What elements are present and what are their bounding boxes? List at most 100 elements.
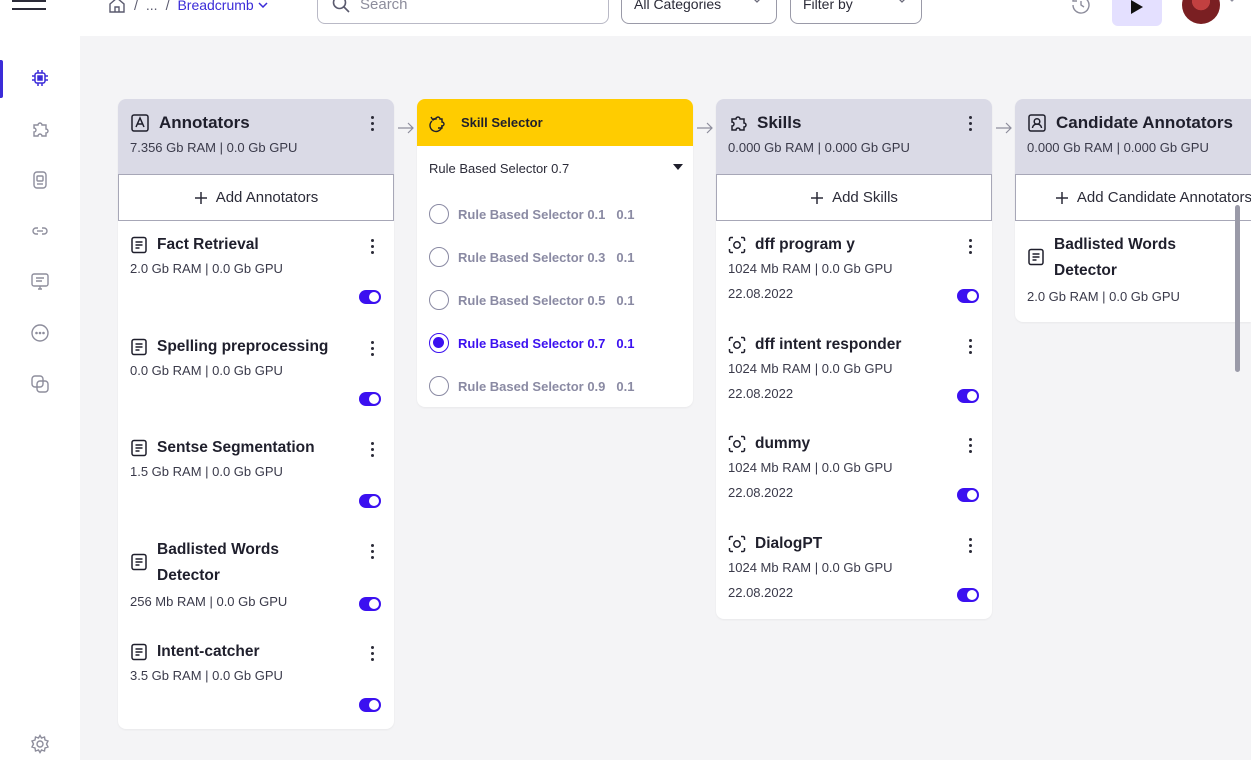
annotator-toggle[interactable]	[359, 597, 381, 611]
cpu-icon[interactable]	[29, 67, 51, 89]
candidate-annotator-resources: 2.0 Gb RAM | 0.0 Gb GPU	[1027, 289, 1180, 304]
settings-icon[interactable]	[29, 733, 51, 755]
radio-button[interactable]	[429, 376, 449, 396]
kebab-menu-icon[interactable]	[370, 239, 374, 254]
filter-select-value: Filter by	[803, 0, 853, 12]
skills-column: Skills 0.000 Gb RAM | 0.000 Gb GPU Add S…	[716, 99, 992, 619]
plus-icon	[1055, 191, 1068, 204]
annotator-toggle[interactable]	[359, 698, 381, 712]
annotators-header: Annotators 7.356 Gb RAM | 0.0 Gb GPU	[118, 99, 394, 174]
kebab-menu-icon[interactable]	[968, 438, 972, 453]
annotator-toggle[interactable]	[359, 290, 381, 304]
link-icon[interactable]	[29, 220, 51, 242]
history-icon[interactable]	[1070, 0, 1092, 16]
add-annotators-button[interactable]: Add Annotators	[118, 174, 394, 221]
candidate-annotators-resources: 0.000 Gb RAM | 0.000 Gb GPU	[1027, 140, 1209, 155]
add-skills-button[interactable]: Add Skills	[716, 174, 992, 221]
skill-selector-value: Rule Based Selector 0.7	[429, 160, 570, 176]
skill-selector-dropdown[interactable]: Rule Based Selector 0.7	[417, 146, 693, 190]
breadcrumb-current[interactable]: Breadcrumb	[177, 0, 268, 13]
arrow-right-icon	[398, 122, 414, 134]
skill-card[interactable]: dummy 1024 Mb RAM | 0.0 Gb GPU 22.08.202…	[716, 431, 992, 521]
radio-button[interactable]	[429, 204, 449, 224]
annotator-toggle[interactable]	[359, 494, 381, 508]
annotators-title: Annotators	[159, 113, 250, 132]
skill-date: 22.08.2022	[728, 286, 794, 301]
breadcrumb-ellipsis[interactable]: ...	[146, 0, 158, 13]
candidate-annotators-header: Candidate Annotators 0.000 Gb RAM | 0.00…	[1015, 99, 1251, 174]
annotators-column: Annotators 7.356 Gb RAM | 0.0 Gb GPU Add…	[118, 99, 394, 729]
skill-card[interactable]: DialogPT 1024 Mb RAM | 0.0 Gb GPU 22.08.…	[716, 531, 992, 611]
home-icon[interactable]	[108, 0, 126, 14]
kebab-menu-icon[interactable]	[968, 239, 972, 254]
skill-date: 22.08.2022	[728, 585, 794, 600]
annotator-resources: 2.0 Gb RAM | 0.0 Gb GPU	[130, 261, 283, 276]
kebab-menu-icon[interactable]	[968, 339, 972, 354]
kebab-menu-icon[interactable]	[370, 442, 374, 457]
candidate-annotator-name: Badlisted Words Detector	[1054, 236, 1177, 279]
kebab-menu-icon[interactable]	[370, 544, 374, 559]
selector-option[interactable]: Rule Based Selector 0.1 0.1	[429, 204, 634, 224]
selector-option[interactable]: Rule Based Selector 0.9 0.1	[429, 376, 634, 396]
filter-select[interactable]: Filter by	[790, 0, 922, 24]
selector-option[interactable]: Rule Based Selector 0.3 0.1	[429, 247, 634, 267]
skill-toggle[interactable]	[957, 389, 979, 403]
kebab-menu-icon[interactable]	[370, 341, 374, 356]
layers-icon[interactable]	[29, 373, 51, 395]
annotator-card[interactable]: Badlisted Words Detector 256 Mb RAM | 0.…	[118, 537, 394, 617]
annotator-toggle[interactable]	[359, 392, 381, 406]
annotator-card[interactable]: Intent-catcher 3.5 Gb RAM | 0.0 Gb GPU	[118, 639, 394, 719]
annotator-card[interactable]: Fact Retrieval 2.0 Gb RAM | 0.0 Gb GPU	[118, 232, 394, 322]
run-button[interactable]	[1112, 0, 1162, 26]
plus-icon	[811, 191, 824, 204]
selector-option-label: Rule Based Selector 0.1	[458, 206, 606, 222]
annotator-icon	[131, 114, 149, 132]
chevron-down-icon[interactable]	[1227, 0, 1237, 2]
skill-card[interactable]: dff intent responder 1024 Mb RAM | 0.0 G…	[716, 332, 992, 422]
annotator-resources: 256 Mb RAM | 0.0 Gb GPU	[130, 594, 288, 609]
document-icon	[131, 439, 147, 457]
scan-icon	[728, 435, 746, 453]
radio-button[interactable]	[429, 333, 449, 353]
document-icon	[131, 643, 147, 661]
annotator-card[interactable]: Sentse Segmentation 1.5 Gb RAM | 0.0 Gb …	[118, 435, 394, 525]
menu-icon[interactable]	[12, 0, 46, 16]
radio-button[interactable]	[429, 247, 449, 267]
kebab-menu-icon[interactable]	[370, 116, 374, 131]
top-bar: / ... / Breadcrumb Search All Categories…	[0, 0, 1251, 36]
puzzle-icon	[731, 116, 747, 131]
kebab-menu-icon[interactable]	[968, 116, 972, 131]
annotator-card[interactable]: Spelling preprocessing 0.0 Gb RAM | 0.0 …	[118, 334, 394, 424]
skill-toggle[interactable]	[957, 289, 979, 303]
skills-title: Skills	[757, 113, 802, 132]
category-select[interactable]: All Categories	[621, 0, 777, 24]
arrow-right-icon	[697, 122, 713, 134]
monitor-icon[interactable]	[29, 271, 51, 293]
kebab-menu-icon[interactable]	[968, 538, 972, 553]
kebab-menu-icon[interactable]	[370, 646, 374, 661]
selector-option-weight: 0.1	[616, 378, 635, 394]
skill-toggle[interactable]	[957, 488, 979, 502]
sidebar	[0, 36, 80, 760]
skill-resources: 1024 Mb RAM | 0.0 Gb GPU	[728, 261, 893, 276]
selector-option[interactable]: Rule Based Selector 0.7 0.1	[429, 333, 634, 353]
skill-card[interactable]: dff program y 1024 Mb RAM | 0.0 Gb GPU 2…	[716, 232, 992, 322]
vertical-scrollbar[interactable]	[1235, 205, 1240, 372]
search-input[interactable]: Search	[317, 0, 609, 24]
add-candidate-annotators-button[interactable]: Add Candidate Annotators	[1015, 174, 1251, 221]
radio-button[interactable]	[429, 290, 449, 310]
selector-option[interactable]: Rule Based Selector 0.5 0.1	[429, 290, 634, 310]
chat-icon[interactable]	[29, 322, 51, 344]
robot-icon[interactable]	[29, 169, 51, 191]
search-icon	[332, 0, 350, 13]
caret-down-icon	[673, 164, 683, 170]
avatar[interactable]	[1182, 0, 1220, 24]
candidate-annotators-column: Candidate Annotators 0.000 Gb RAM | 0.00…	[1015, 99, 1251, 322]
candidate-annotator-card[interactable]: Badlisted Words Detector 2.0 Gb RAM | 0.…	[1015, 232, 1251, 312]
puzzle-icon[interactable]	[29, 118, 51, 140]
skills-header: Skills 0.000 Gb RAM | 0.000 Gb GPU	[716, 99, 992, 174]
skill-toggle[interactable]	[957, 588, 979, 602]
skill-selector-title: Skill Selector	[461, 115, 543, 130]
annotator-name: Fact Retrieval	[157, 236, 259, 253]
skill-resources: 1024 Mb RAM | 0.0 Gb GPU	[728, 560, 893, 575]
